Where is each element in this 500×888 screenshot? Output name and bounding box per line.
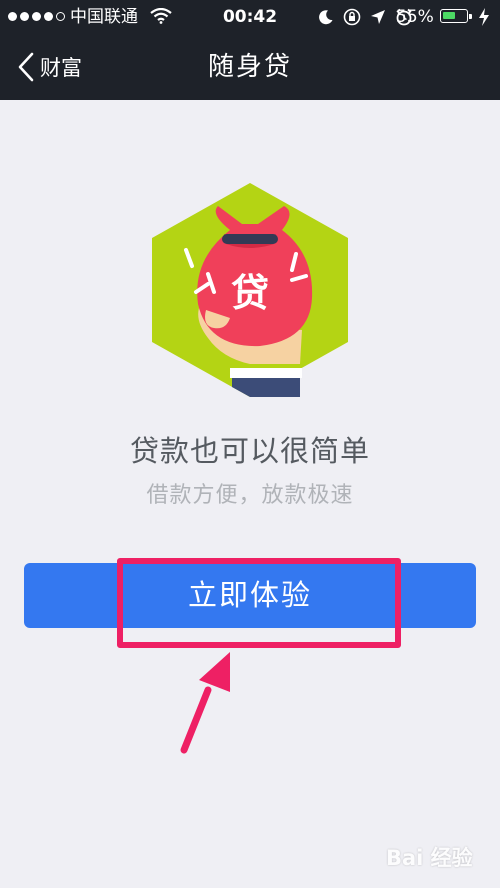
moon-icon (319, 10, 333, 25)
location-arrow-icon (371, 10, 385, 24)
headline: 贷款也可以很简单 (129, 434, 370, 468)
bag-character: 贷 (231, 271, 269, 315)
battery-percent: 55% (396, 7, 434, 27)
subheadline: 借款方便，放款极速 (146, 483, 354, 508)
charging-icon (479, 8, 489, 26)
watermark: Bai 经验 (386, 846, 473, 870)
money-bag-illustration: 贷 (152, 183, 348, 397)
battery-icon (440, 9, 468, 23)
navigation-bar: 财富 随身贷 (0, 34, 500, 100)
top-bar: 中国联通 00:42 55% 财富 随身贷 (0, 0, 500, 100)
page-title: 随身贷 (207, 52, 292, 82)
orientation-lock-icon (343, 8, 361, 26)
try-now-button[interactable]: 立即体验 (24, 563, 476, 628)
status-bar: 中国联通 00:42 55% (0, 0, 500, 34)
